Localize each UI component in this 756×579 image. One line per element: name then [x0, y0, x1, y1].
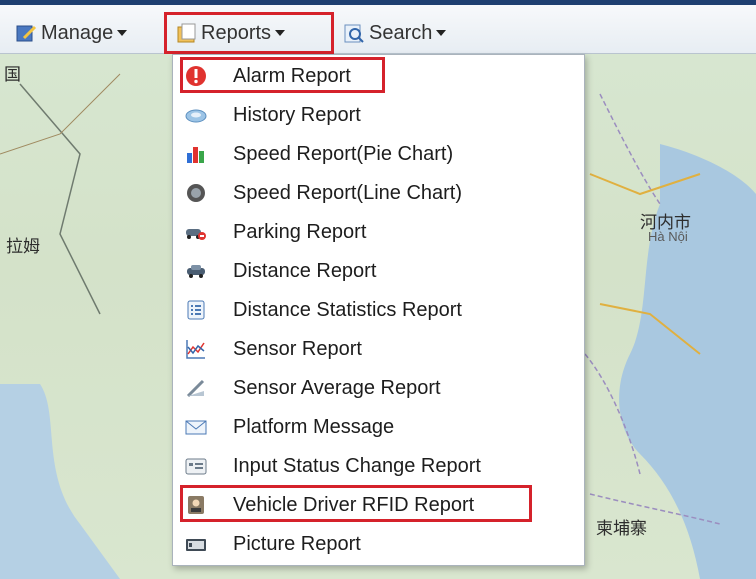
reports-menu-button[interactable]: Reports	[175, 19, 286, 47]
chevron-down-icon	[117, 30, 128, 36]
manage-menu-button[interactable]: Manage	[15, 19, 128, 47]
search-icon	[343, 22, 365, 44]
menu-item-label: Speed Report(Line Chart)	[233, 181, 463, 204]
map-label-hanoi-vi: Hà Nội	[648, 229, 688, 244]
chevron-down-icon	[436, 30, 447, 36]
manage-label: Manage	[41, 21, 114, 44]
menu-item-label: Parking Report	[233, 220, 367, 243]
toolbar: Manage Reports Search	[0, 0, 756, 54]
map-label-cambodia: 柬埔寨	[596, 519, 647, 538]
menu-item-picture-report[interactable]: Picture Report	[179, 526, 579, 562]
gauge-icon	[184, 181, 208, 205]
search-menu-button[interactable]: Search	[343, 19, 447, 47]
form-icon	[184, 454, 208, 478]
pen-icon	[184, 376, 208, 400]
menu-item-label: History Report	[233, 103, 361, 126]
camera-icon	[184, 532, 208, 556]
menu-item-label: Distance Report	[233, 259, 377, 282]
menu-item-label: Sensor Report	[233, 337, 362, 360]
menu-item-label: Distance Statistics Report	[233, 298, 462, 321]
menu-item-label: Platform Message	[233, 415, 395, 438]
bar-chart-icon	[184, 142, 208, 166]
map-label-left: 拉姆	[6, 237, 40, 256]
menu-item-parking-report[interactable]: Parking Report	[179, 214, 579, 250]
line-chart-icon	[184, 337, 208, 361]
menu-item-input-status[interactable]: Input Status Change Report	[179, 448, 579, 484]
menu-item-sensor-average[interactable]: Sensor Average Report	[179, 370, 579, 406]
reports-folder-icon	[175, 22, 197, 44]
parking-car-icon	[184, 220, 208, 244]
menu-item-speed-line[interactable]: Speed Report(Line Chart)	[179, 175, 579, 211]
menu-item-sensor-report[interactable]: Sensor Report	[179, 331, 579, 367]
envelope-icon	[184, 415, 208, 439]
menu-item-label: Picture Report	[233, 532, 361, 555]
menu-item-label: Sensor Average Report	[233, 376, 441, 399]
menu-item-platform-message[interactable]: Platform Message	[179, 409, 579, 445]
search-label: Search	[369, 21, 433, 44]
chevron-down-icon	[275, 30, 286, 36]
menu-item-distance-report[interactable]: Distance Report	[179, 253, 579, 289]
rfid-report-highlight-box	[180, 485, 532, 522]
menu-item-history-report[interactable]: History Report	[179, 97, 579, 133]
menu-item-speed-pie[interactable]: Speed Report(Pie Chart)	[179, 136, 579, 172]
menu-item-label: Input Status Change Report	[233, 454, 481, 477]
alarm-report-highlight-box	[180, 57, 385, 93]
reports-label: Reports	[201, 21, 272, 44]
map-label-top-left: 国	[4, 65, 21, 84]
menu-item-label: Speed Report(Pie Chart)	[233, 142, 454, 165]
car-icon	[184, 259, 208, 283]
manage-icon	[15, 22, 37, 44]
history-icon	[184, 103, 208, 127]
menu-item-distance-statistics[interactable]: Distance Statistics Report	[179, 292, 579, 328]
list-icon	[184, 298, 208, 322]
